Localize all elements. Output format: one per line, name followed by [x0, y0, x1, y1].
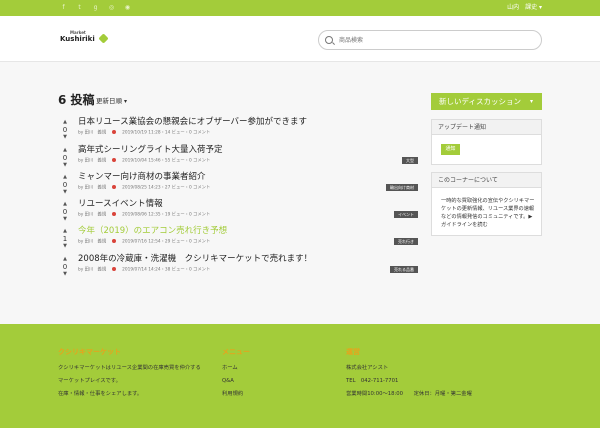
footer-menu-title: メニュー: [222, 348, 250, 356]
status-dot-icon: [112, 158, 117, 162]
post-stats: 2019/07/16 12:54・29 ビュー・0 コメント: [122, 239, 211, 245]
post-stats: 2019/08/25 14:23・27 ビュー・0 コメント: [122, 185, 211, 191]
logo-title: Kushiriki: [60, 35, 95, 43]
update-panel-title: アップデート通知: [432, 120, 541, 135]
vote-widget[interactable]: ▲ 0 ▼: [61, 257, 69, 279]
site-header: Market Kushiriki: [0, 16, 600, 62]
post-stats: 2019/08/06 12:35・19 ビュー・0 コメント: [122, 212, 211, 218]
about-panel-title: このコーナーについて: [432, 173, 541, 188]
post-author[interactable]: by 田川 義規: [78, 268, 106, 273]
category-tag[interactable]: 売れる品番: [390, 266, 418, 273]
footer-company-title: 運営: [346, 348, 360, 356]
vote-widget[interactable]: ▲ 0 ▼: [61, 202, 69, 224]
about-text: 一時的な買取強化の宣伝やクシリキマーケットの更新情報、リユース業界の速報などの情…: [441, 197, 537, 229]
footer-link-home[interactable]: ホーム: [222, 365, 250, 372]
logo-mark-icon: [98, 33, 109, 44]
footer-hours: 営業時間10:00〜18:00 定休日：月曜・第二金曜: [346, 391, 472, 397]
site-logo[interactable]: Market Kushiriki: [60, 30, 109, 48]
new-discussion-button[interactable]: 新しいディスカッション ▾: [431, 93, 542, 110]
post-item[interactable]: ▲ 0 ▼ リユースイベント情報 by 田川 義規 2019/08/06 12:35・…: [58, 199, 418, 226]
footer-about: クシリキマーケット クシリキマーケットはリユース企業間の在庫売買を仲介する マー…: [58, 348, 201, 404]
downvote-icon[interactable]: ▼: [61, 163, 69, 168]
footer-about-text: 在庫・情報・仕事をシェアします。: [58, 391, 143, 397]
search-box[interactable]: [318, 30, 542, 50]
post-author[interactable]: by 田川 義規: [78, 213, 106, 218]
footer-phone: TEL 042-711-7701: [346, 378, 399, 384]
post-title[interactable]: ミャンマー向け商材の事業者紹介: [78, 172, 206, 183]
post-item[interactable]: ▲ 0 ▼ 2008年の冷蔵庫・洗濯機 クシリキマーケットで売れます！ by 田川 …: [58, 254, 418, 281]
post-item[interactable]: ▲ 0 ▼ 高年式シーリングライト大量入荷予定 by 田川 義規 2019/10/04…: [58, 145, 418, 172]
category-tag[interactable]: 大型: [402, 157, 418, 164]
search-icon[interactable]: [325, 36, 333, 44]
category-tag[interactable]: 売れ行き: [394, 238, 418, 245]
instagram-icon[interactable]: ◎: [108, 4, 115, 11]
google-plus-icon[interactable]: g: [92, 4, 99, 11]
status-dot-icon: [112, 130, 117, 134]
post-meta: by 田川 義規 2019/10/04 15:46・55 ビュー・0 コメント: [78, 158, 210, 165]
post-meta: by 田川 義規 2019/10/19 11:28・14 ビュー・0 コメント: [78, 130, 210, 137]
downvote-icon[interactable]: ▼: [61, 190, 69, 195]
downvote-icon[interactable]: ▼: [61, 135, 69, 140]
post-count-title: 6 投稿: [58, 93, 95, 107]
chevron-down-icon: ▾: [124, 98, 128, 105]
post-meta: by 田川 義規 2019/08/06 12:35・19 ビュー・0 コメント: [78, 212, 210, 219]
status-dot-icon: [112, 212, 117, 216]
downvote-icon[interactable]: ▼: [61, 217, 69, 222]
post-author[interactable]: by 田川 義規: [78, 159, 106, 164]
about-description: 一時的な買取強化の宣伝やクシリキマーケットの更新情報、リユース業界の速報などの情…: [441, 198, 535, 220]
sort-dropdown[interactable]: 更新日順 ▾: [96, 97, 127, 106]
post-title[interactable]: 2008年の冷蔵庫・洗濯機 クシリキマーケットで売れます！: [78, 254, 312, 265]
about-panel: このコーナーについて 一時的な買取強化の宣伝やクシリキマーケットの更新情報、リユ…: [431, 172, 542, 236]
status-dot-icon: [112, 239, 117, 243]
footer-company: 運営 株式会社アシスト TEL 042-711-7701 営業時間10:00〜1…: [346, 348, 472, 404]
vote-widget[interactable]: ▲ 0 ▼: [61, 120, 69, 142]
social-links: f t g ◎ ◉: [60, 4, 131, 11]
post-item[interactable]: ▲ 0 ▼ 日本リユース業協会の懇親会にオブザーバー参加ができます by 田川 義規…: [58, 117, 418, 144]
footer-about-title: クシリキマーケット: [58, 348, 121, 356]
category-tag[interactable]: イベント: [394, 211, 418, 218]
footer-link-terms[interactable]: 利用規約: [222, 391, 250, 398]
vote-widget[interactable]: ▲ 0 ▼: [61, 175, 69, 197]
category-tag[interactable]: 輸出向け商材: [386, 184, 418, 191]
post-item[interactable]: ▲ 1 ▼ 今年（2019）のエアコン売れ行き予想 by 田川 義規 2019/07/…: [58, 226, 418, 253]
update-panel: アップデート通知 通知: [431, 119, 542, 165]
footer-link-qa[interactable]: Q&A: [222, 378, 250, 385]
post-meta: by 田川 義規 2019/07/14 14:24・38 ビュー・0 コメント: [78, 267, 210, 274]
sort-label: 更新日順: [96, 97, 122, 105]
post-author[interactable]: by 田川 義規: [78, 240, 106, 245]
footer-menu: メニュー ホーム Q&A 利用規約: [222, 348, 250, 404]
post-meta: by 田川 義規 2019/08/25 14:23・27 ビュー・0 コメント: [78, 185, 210, 192]
vote-widget[interactable]: ▲ 1 ▼: [61, 229, 69, 251]
downvote-icon[interactable]: ▼: [61, 272, 69, 277]
post-title[interactable]: リユースイベント情報: [78, 199, 163, 210]
status-dot-icon: [112, 267, 117, 271]
post-stats: 2019/07/14 14:24・38 ビュー・0 コメント: [122, 267, 211, 273]
status-dot-icon: [112, 185, 117, 189]
post-title[interactable]: 高年式シーリングライト大量入荷予定: [78, 145, 223, 156]
footer-company-name: 株式会社アシスト: [346, 365, 389, 371]
footer-about-text: マーケットプレイスです。: [58, 378, 121, 384]
post-stats: 2019/10/19 11:28・14 ビュー・0 コメント: [122, 130, 211, 136]
post-stats: 2019/10/04 15:46・55 ビュー・0 コメント: [122, 158, 211, 164]
notify-button[interactable]: 通知: [441, 144, 460, 155]
search-input[interactable]: [339, 34, 529, 47]
chevron-down-icon: ▾: [529, 98, 533, 105]
site-footer: クシリキマーケット クシリキマーケットはリユース企業間の在庫売買を仲介する マー…: [0, 324, 600, 428]
rss-icon[interactable]: ◉: [124, 4, 131, 11]
user-menu[interactable]: 山内 課史 ▾: [507, 3, 542, 12]
twitter-icon[interactable]: t: [76, 4, 83, 11]
post-author[interactable]: by 田川 義規: [78, 186, 106, 191]
downvote-icon[interactable]: ▼: [61, 244, 69, 249]
post-author[interactable]: by 田川 義規: [78, 131, 106, 136]
post-item[interactable]: ▲ 0 ▼ ミャンマー向け商材の事業者紹介 by 田川 義規 2019/08/25 1…: [58, 172, 418, 199]
top-bar: f t g ◎ ◉ 山内 課史 ▾: [0, 0, 600, 16]
post-title[interactable]: 今年（2019）のエアコン売れ行き予想: [78, 226, 227, 237]
vote-widget[interactable]: ▲ 0 ▼: [61, 148, 69, 170]
facebook-icon[interactable]: f: [60, 4, 67, 11]
new-discussion-label: 新しいディスカッション: [439, 97, 521, 106]
footer-about-text: クシリキマーケットはリユース企業間の在庫売買を仲介する: [58, 365, 201, 371]
post-title[interactable]: 日本リユース業協会の懇親会にオブザーバー参加ができます: [78, 117, 307, 128]
post-meta: by 田川 義規 2019/07/16 12:54・29 ビュー・0 コメント: [78, 239, 210, 246]
